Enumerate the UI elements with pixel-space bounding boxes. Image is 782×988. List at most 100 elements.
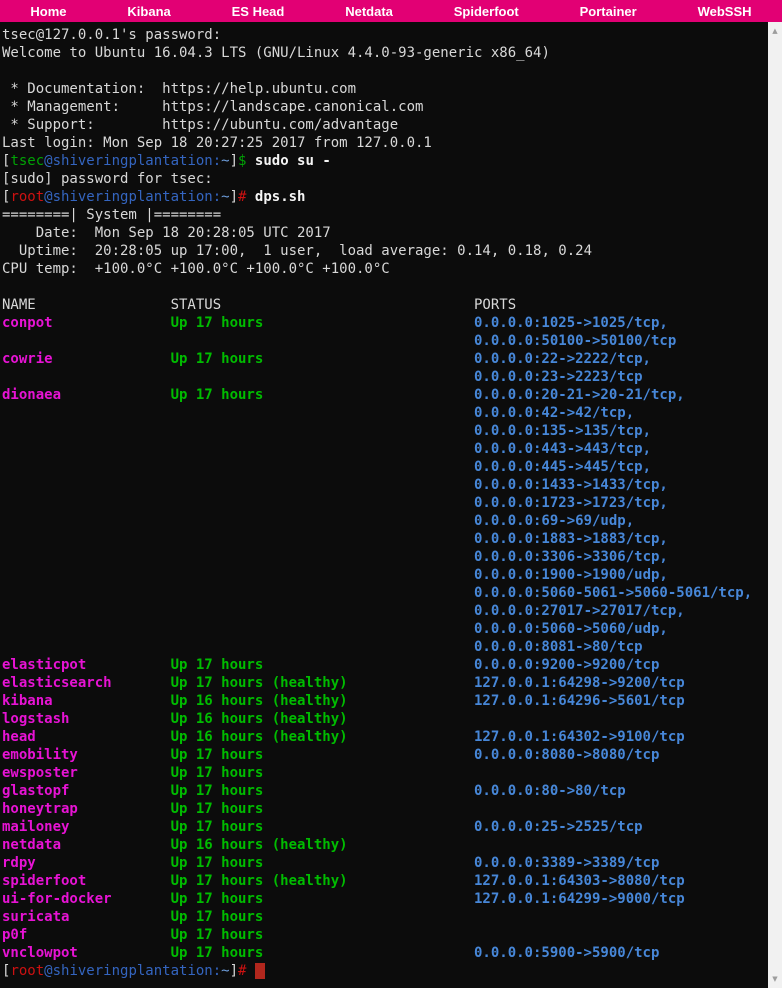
container-ports: 0.0.0.0:1883->1883/tcp, [474,531,668,547]
terminal-line: 0.0.0.0:3306->3306/tcp, [2,548,768,566]
text-segment: CPU temp: +100.0°C +100.0°C +100.0°C +10… [2,261,390,277]
container-status: Up 17 hours [171,854,474,872]
terminal-line: spiderfootUp 17 hours (healthy)127.0.0.1… [2,872,768,890]
container-ports: 127.0.0.1:64302->9100/tcp [474,729,685,745]
nav-item-home[interactable]: Home [24,4,72,19]
scrollbar[interactable]: ▲ ▼ [768,22,782,988]
text-segment: root [10,963,44,979]
terminal-line: vnclowpotUp 17 hours0.0.0.0:5900->5900/t… [2,944,768,962]
container-ports: 0.0.0.0:1025->1025/tcp, [474,315,668,331]
terminal-line: honeytrapUp 17 hours [2,800,768,818]
terminal-line: 0.0.0.0:42->42/tcp, [2,404,768,422]
container-ports: 0.0.0.0:27017->27017/tcp, [474,603,685,619]
terminal-output[interactable]: tsec@127.0.0.1's password:Welcome to Ubu… [0,22,768,988]
terminal-line: Date: Mon Sep 18 20:28:05 UTC 2017 [2,224,768,242]
container-ports: 0.0.0.0:1433->1433/tcp, [474,477,668,493]
container-status: Up 17 hours [171,746,474,764]
terminal-line [2,62,768,80]
terminal-line: Uptime: 20:28:05 up 17:00, 1 user, load … [2,242,768,260]
container-status: Up 17 hours [171,818,474,836]
text-segment: ] [230,189,238,205]
nav-item-netdata[interactable]: Netdata [339,4,399,19]
terminal-line: * Support: https://ubuntu.com/advantage [2,116,768,134]
terminal-line: 0.0.0.0:445->445/tcp, [2,458,768,476]
container-ports: 0.0.0.0:3389->3389/tcp [474,855,659,871]
container-status: Up 17 hours [171,908,474,926]
container-name: vnclowpot [2,944,171,962]
cursor-block [255,963,265,979]
terminal-line: ewsposterUp 17 hours [2,764,768,782]
container-ports: 0.0.0.0:8080->8080/tcp [474,747,659,763]
terminal-line: netdataUp 16 hours (healthy) [2,836,768,854]
terminal-line: 0.0.0.0:1900->1900/udp, [2,566,768,584]
terminal-line: [sudo] password for tsec: [2,170,768,188]
container-ports: 0.0.0.0:1900->1900/udp, [474,567,668,583]
text-segment: @shiveringplantation: [44,963,221,979]
container-status: Up 16 hours (healthy) [171,692,474,710]
text-segment: * Documentation: https://help.ubuntu.com [2,81,356,97]
terminal-line: dionaeaUp 17 hours0.0.0.0:20-21->20-21/t… [2,386,768,404]
scroll-up-icon[interactable]: ▲ [772,22,777,40]
container-status: Up 17 hours [171,314,474,332]
text-segment: root [10,189,44,205]
terminal-line: conpotUp 17 hours0.0.0.0:1025->1025/tcp, [2,314,768,332]
terminal-line: glastopfUp 17 hours0.0.0.0:80->80/tcp [2,782,768,800]
terminal-line: 0.0.0.0:1723->1723/tcp, [2,494,768,512]
column-header-name: NAME [2,296,171,314]
terminal-line: 0.0.0.0:50100->50100/tcp [2,332,768,350]
terminal-line: [root@shiveringplantation:~]# [2,962,768,980]
terminal-line: 0.0.0.0:5060-5061->5060-5061/tcp, [2,584,768,602]
nav-item-spiderfoot[interactable]: Spiderfoot [448,4,525,19]
terminal-line: ========| System |======== [2,206,768,224]
text-segment: Last login: Mon Sep 18 20:27:25 2017 fro… [2,135,432,151]
column-header-ports: PORTS [474,297,516,313]
container-status: Up 17 hours [171,764,474,782]
container-name: glastopf [2,782,171,800]
terminal-line: * Documentation: https://help.ubuntu.com [2,80,768,98]
nav-item-portainer[interactable]: Portainer [574,4,643,19]
scroll-down-icon[interactable]: ▼ [772,970,777,988]
container-ports: 127.0.0.1:64296->5601/tcp [474,693,685,709]
container-status: Up 17 hours [171,386,474,404]
container-status: Up 16 hours (healthy) [171,710,474,728]
container-ports: 0.0.0.0:5060->5060/udp, [474,621,668,637]
column-header-status: STATUS [171,296,474,314]
terminal-line: [tsec@shiveringplantation:~]$ sudo su - [2,152,768,170]
container-ports: 127.0.0.1:64299->9000/tcp [474,891,685,907]
container-name: logstash [2,710,171,728]
terminal-line: kibanaUp 16 hours (healthy)127.0.0.1:642… [2,692,768,710]
text-segment: ~ [221,153,229,169]
container-name: p0f [2,926,171,944]
text-segment: tsec [10,153,44,169]
nav-item-es-head[interactable]: ES Head [226,4,291,19]
text-segment: ~ [221,189,229,205]
container-status: Up 17 hours [171,782,474,800]
container-status: Up 16 hours (healthy) [171,836,474,854]
terminal-line: CPU temp: +100.0°C +100.0°C +100.0°C +10… [2,260,768,278]
container-name: elasticpot [2,656,171,674]
terminal-line: 0.0.0.0:135->135/tcp, [2,422,768,440]
terminal-line: Last login: Mon Sep 18 20:27:25 2017 fro… [2,134,768,152]
terminal-line: tsec@127.0.0.1's password: [2,26,768,44]
container-ports: 0.0.0.0:23->2223/tcp [474,369,643,385]
text-segment: ] [230,153,238,169]
container-status: Up 17 hours [171,800,474,818]
text-segment: Welcome to Ubuntu 16.04.3 LTS (GNU/Linux… [2,45,550,61]
container-status: Up 17 hours [171,890,474,908]
container-ports: 0.0.0.0:135->135/tcp, [474,423,651,439]
container-ports: 0.0.0.0:443->443/tcp, [474,441,651,457]
text-segment: sudo su - [246,153,330,169]
nav-item-kibana[interactable]: Kibana [121,4,176,19]
container-ports: 0.0.0.0:5900->5900/tcp [474,945,659,961]
container-name: netdata [2,836,171,854]
text-segment: dps.sh [246,189,305,205]
terminal-line: 0.0.0.0:23->2223/tcp [2,368,768,386]
terminal-line: ui-for-dockerUp 17 hours127.0.0.1:64299-… [2,890,768,908]
container-ports: 0.0.0.0:25->2525/tcp [474,819,643,835]
container-name: ewsposter [2,764,171,782]
container-status: Up 16 hours (healthy) [171,728,474,746]
text-segment [246,963,254,979]
container-ports: 127.0.0.1:64298->9200/tcp [474,675,685,691]
nav-item-webssh[interactable]: WebSSH [692,4,758,19]
terminal-line: headUp 16 hours (healthy)127.0.0.1:64302… [2,728,768,746]
